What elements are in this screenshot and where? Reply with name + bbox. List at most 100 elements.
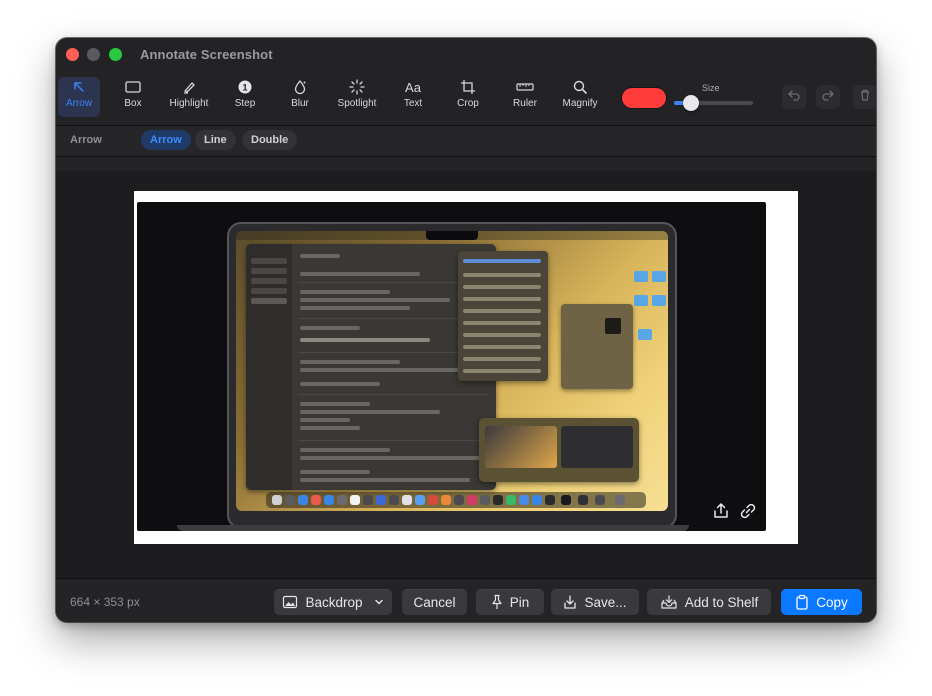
- tool-box[interactable]: Box: [115, 77, 151, 117]
- tool-step[interactable]: 1 Step: [226, 77, 264, 117]
- annotation-toolbar: Arrow Box Highlight 1 Step Blur Spotligh…: [56, 74, 876, 124]
- text-icon-glyph: Aa: [405, 79, 421, 95]
- sidebar-row: [251, 288, 287, 294]
- tool-highlight-label: Highlight: [169, 98, 209, 109]
- tool-spotlight[interactable]: Spotlight: [332, 77, 382, 117]
- image-icon: [282, 595, 298, 609]
- switcher-thumb-window: [561, 426, 633, 468]
- tool-highlight[interactable]: Highlight: [164, 77, 214, 117]
- tool-step-label: Step: [234, 98, 256, 109]
- chevron-down-icon: [374, 598, 384, 606]
- dock-app-icon: [480, 495, 490, 505]
- ruler-icon: [515, 77, 535, 97]
- desktop-folder-icon: [634, 295, 648, 306]
- size-label: Size: [702, 83, 720, 93]
- desktop-folder-icon: [638, 329, 652, 340]
- window-title: Annotate Screenshot: [140, 47, 273, 62]
- desktop-folder-icon: [652, 295, 666, 306]
- settings-row: [300, 306, 410, 310]
- save-download-icon: [563, 594, 577, 610]
- size-slider-thumb[interactable]: [683, 95, 699, 111]
- dock-app-icon: [298, 495, 308, 505]
- popover-row: [463, 369, 541, 373]
- grid-tile-thumbnail: [605, 318, 621, 334]
- grid-window-thumbnail: [561, 304, 633, 389]
- settings-row: [300, 360, 400, 364]
- screenshot-backdrop: [134, 191, 798, 544]
- screenshot-image[interactable]: [137, 202, 766, 531]
- close-window-button[interactable]: [66, 48, 79, 61]
- pin-button[interactable]: Pin: [476, 589, 544, 615]
- tool-ruler[interactable]: Ruler: [508, 77, 542, 117]
- settings-row: [300, 426, 360, 430]
- tool-options-label: Arrow: [70, 134, 102, 146]
- dock-app-icon: [311, 495, 321, 505]
- link-icon[interactable]: [736, 499, 760, 523]
- arrow-icon: [69, 77, 89, 97]
- highlight-pen-icon: [179, 77, 199, 97]
- undo-icon: [787, 88, 801, 107]
- cancel-label: Cancel: [413, 594, 456, 610]
- sidebar-row: [251, 278, 287, 284]
- settings-row: [300, 456, 480, 460]
- zoom-window-button[interactable]: [109, 48, 122, 61]
- trash-icon: [858, 88, 872, 107]
- dock-app-icon: [493, 495, 503, 505]
- save-button[interactable]: Save...: [551, 589, 639, 615]
- shelf-tray-icon: [660, 594, 678, 610]
- settings-row: [300, 402, 370, 406]
- undo-button[interactable]: [782, 85, 806, 109]
- tool-crop[interactable]: Crop: [451, 77, 485, 117]
- popover-row: [463, 259, 541, 263]
- annotation-color-picker[interactable]: [622, 88, 666, 108]
- screen-notch: [426, 231, 478, 240]
- dock-app-icon: [402, 495, 412, 505]
- arrow-style-arrow[interactable]: Arrow: [141, 130, 191, 150]
- sidebar-row: [251, 298, 287, 304]
- redo-icon: [821, 88, 835, 107]
- step-number-glyph: 1: [242, 83, 247, 93]
- dock-app-icon: [428, 495, 438, 505]
- tool-crop-label: Crop: [457, 98, 479, 109]
- settings-row: [300, 272, 420, 276]
- copy-button[interactable]: Copy: [781, 589, 862, 615]
- tool-magnify-label: Magnify: [562, 98, 598, 109]
- copy-label: Copy: [816, 594, 848, 610]
- tool-blur[interactable]: Blur: [282, 77, 318, 117]
- dock-app-icon: [595, 495, 605, 505]
- settings-row: [300, 478, 470, 482]
- settings-row: [300, 470, 370, 474]
- popover-row: [463, 285, 541, 289]
- sidebar-row: [251, 268, 287, 274]
- annotate-window: Annotate Screenshot Arrow Box Highlight …: [56, 38, 876, 622]
- dock-app-icon: [324, 495, 334, 505]
- step-number-icon: 1: [235, 77, 255, 97]
- blur-drop-icon: [290, 77, 310, 97]
- cancel-button[interactable]: Cancel: [402, 589, 467, 615]
- settings-row: [300, 418, 350, 422]
- annotation-canvas[interactable]: [56, 171, 876, 578]
- tool-text[interactable]: Aa Text: [396, 77, 430, 117]
- tool-blur-label: Blur: [291, 98, 309, 109]
- dock-app-icon: [272, 495, 282, 505]
- dock-app-icon: [285, 495, 295, 505]
- arrow-style-line[interactable]: Line: [195, 130, 236, 150]
- tool-spotlight-label: Spotlight: [337, 98, 377, 109]
- title-bar: Annotate Screenshot: [56, 38, 876, 72]
- redo-button[interactable]: [816, 85, 840, 109]
- tool-arrow-label: Arrow: [65, 98, 93, 109]
- arrow-style-double[interactable]: Double: [242, 130, 298, 150]
- dock-app-icon: [415, 495, 425, 505]
- dock-app-icon: [561, 495, 571, 505]
- add-to-shelf-button[interactable]: Add to Shelf: [647, 589, 771, 615]
- subbar-divider: [56, 156, 876, 157]
- delete-button[interactable]: [853, 85, 876, 109]
- dock-app-icon: [519, 495, 529, 505]
- text-icon: Aa: [403, 77, 423, 97]
- share-upload-icon[interactable]: [709, 499, 733, 523]
- tool-ruler-label: Ruler: [513, 98, 537, 109]
- tool-magnify[interactable]: Magnify: [560, 77, 600, 117]
- minimize-window-button[interactable]: [87, 48, 100, 61]
- tool-arrow[interactable]: Arrow: [58, 77, 100, 117]
- backdrop-dropdown[interactable]: Backdrop: [274, 589, 392, 615]
